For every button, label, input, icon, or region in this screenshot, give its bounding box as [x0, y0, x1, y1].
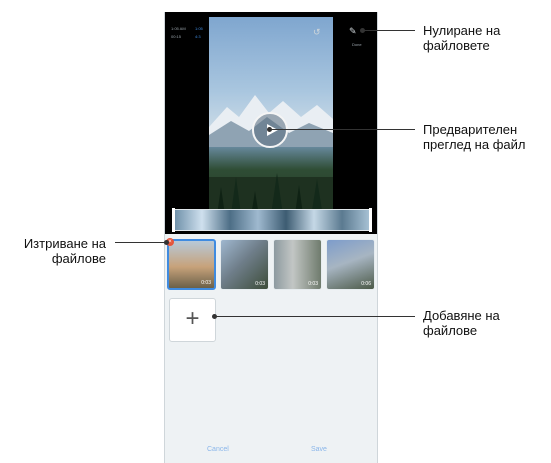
time-label[interactable]: 1:05	[195, 26, 203, 31]
reset-icon[interactable]: ✎	[349, 27, 357, 36]
timeline-filmstrip[interactable]	[172, 208, 372, 232]
callout-text: Добавяне на	[423, 308, 500, 323]
callout-delete-files: Изтриване на файлове	[6, 236, 106, 266]
trim-handle-left[interactable]	[172, 208, 175, 232]
clip-thumbnails: 0:03 0:03 0:03 0:06	[167, 239, 377, 290]
clip-duration: 0:03	[201, 280, 211, 286]
callout-file-preview: Предварителен преглед на файл	[423, 122, 525, 152]
clip-duration: 0:03	[308, 281, 318, 287]
done-label[interactable]: Done	[352, 42, 362, 47]
status-text: 1:05 AM	[171, 26, 186, 31]
clip-duration: 0:06	[361, 281, 371, 287]
callout-text: Предварителен	[423, 122, 518, 137]
video-preview-area: 1:05 AM 00:15 1:05 4:3 ↺ ✎ Done	[165, 12, 377, 234]
undo-icon[interactable]: ↺	[313, 28, 321, 37]
clip-duration: 0:03	[255, 281, 265, 287]
callout-line-add	[216, 316, 415, 317]
plus-icon: +	[185, 305, 200, 332]
duration-text: 00:15	[171, 34, 182, 39]
callout-text: файлове	[51, 251, 106, 266]
callout-text: Изтриване на	[23, 236, 106, 251]
callout-text: преглед на файл	[423, 137, 526, 152]
callout-reset-files: Нулиране на файловете	[423, 23, 500, 53]
callout-line-reset	[364, 30, 415, 31]
clip-thumbnail[interactable]: 0:03	[167, 239, 216, 290]
clip-thumbnail[interactable]: 0:03	[273, 239, 322, 290]
trim-handle-right[interactable]	[369, 208, 372, 232]
save-button[interactable]: Save	[311, 446, 327, 453]
callout-text: файлове	[423, 323, 478, 338]
callout-text: Нулиране на	[423, 23, 501, 38]
callout-dot-delete	[164, 240, 169, 245]
cancel-button[interactable]: Cancel	[207, 446, 229, 453]
callout-text: файловете	[423, 38, 490, 53]
callout-line-preview	[271, 129, 415, 130]
callout-add-files: Добавяне на файлове	[423, 308, 500, 338]
phone-screen: 1:05 AM 00:15 1:05 4:3 ↺ ✎ Done 0:03 0:0…	[164, 12, 378, 463]
callout-line-delete	[115, 242, 165, 243]
clip-thumbnail[interactable]: 0:06	[326, 239, 375, 290]
ratio-label[interactable]: 4:3	[195, 34, 201, 39]
clip-thumbnail[interactable]: 0:03	[220, 239, 269, 290]
add-files-button[interactable]: +	[169, 298, 216, 342]
